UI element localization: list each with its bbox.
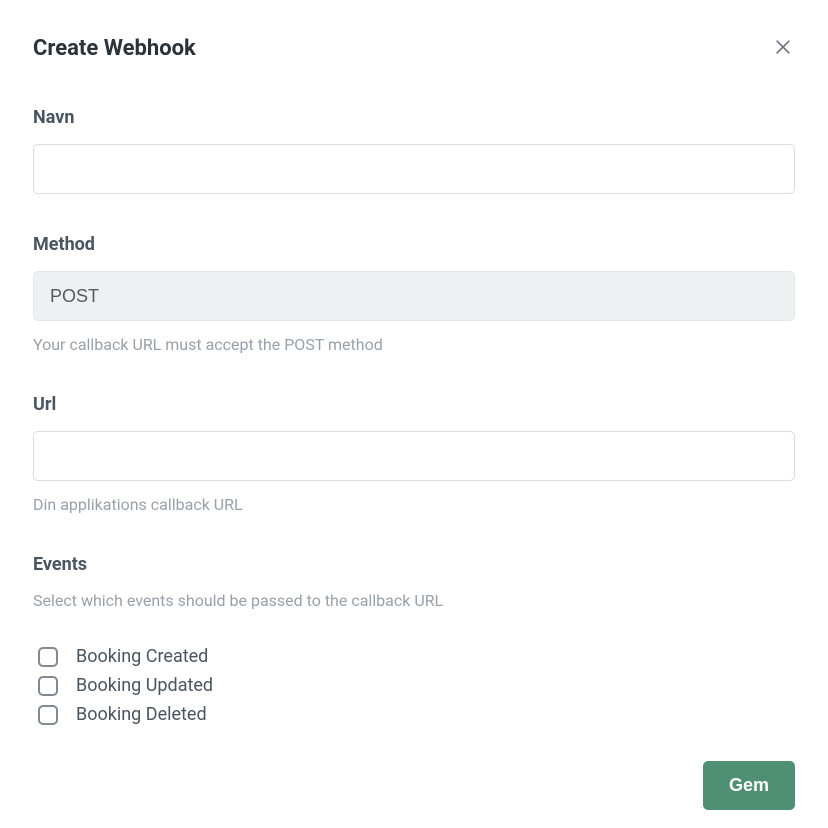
event-checkbox-booking-created[interactable] <box>38 647 58 667</box>
events-label: Events <box>33 554 795 575</box>
name-input[interactable] <box>33 144 795 194</box>
modal-footer: Gem <box>33 761 795 810</box>
method-help-text: Your callback URL must accept the POST m… <box>33 335 795 354</box>
url-help-text: Din applikations callback URL <box>33 495 795 514</box>
event-item-booking-created: Booking Created <box>33 646 795 667</box>
modal-title: Create Webhook <box>33 36 196 61</box>
close-icon <box>773 37 793 60</box>
modal-header: Create Webhook <box>33 36 795 61</box>
event-checkbox-booking-updated[interactable] <box>38 676 58 696</box>
events-help-text: Select which events should be passed to … <box>33 591 795 610</box>
method-field-group: Method Your callback URL must accept the… <box>33 234 795 354</box>
event-item-booking-deleted: Booking Deleted <box>33 704 795 725</box>
event-label-booking-deleted[interactable]: Booking Deleted <box>76 704 207 725</box>
events-list: Booking Created Booking Updated Booking … <box>33 646 795 725</box>
method-label: Method <box>33 234 795 255</box>
method-input <box>33 271 795 321</box>
url-field-group: Url Din applikations callback URL <box>33 394 795 514</box>
event-item-booking-updated: Booking Updated <box>33 675 795 696</box>
event-checkbox-booking-deleted[interactable] <box>38 705 58 725</box>
create-webhook-modal: Create Webhook Navn Method Your callback… <box>0 0 828 828</box>
url-label: Url <box>33 394 795 415</box>
close-button[interactable] <box>771 36 795 60</box>
event-label-booking-created[interactable]: Booking Created <box>76 646 208 667</box>
url-input[interactable] <box>33 431 795 481</box>
events-field-group: Events Select which events should be pas… <box>33 554 795 733</box>
save-button[interactable]: Gem <box>703 761 795 810</box>
event-label-booking-updated[interactable]: Booking Updated <box>76 675 213 696</box>
name-label: Navn <box>33 107 795 128</box>
name-field-group: Navn <box>33 107 795 194</box>
